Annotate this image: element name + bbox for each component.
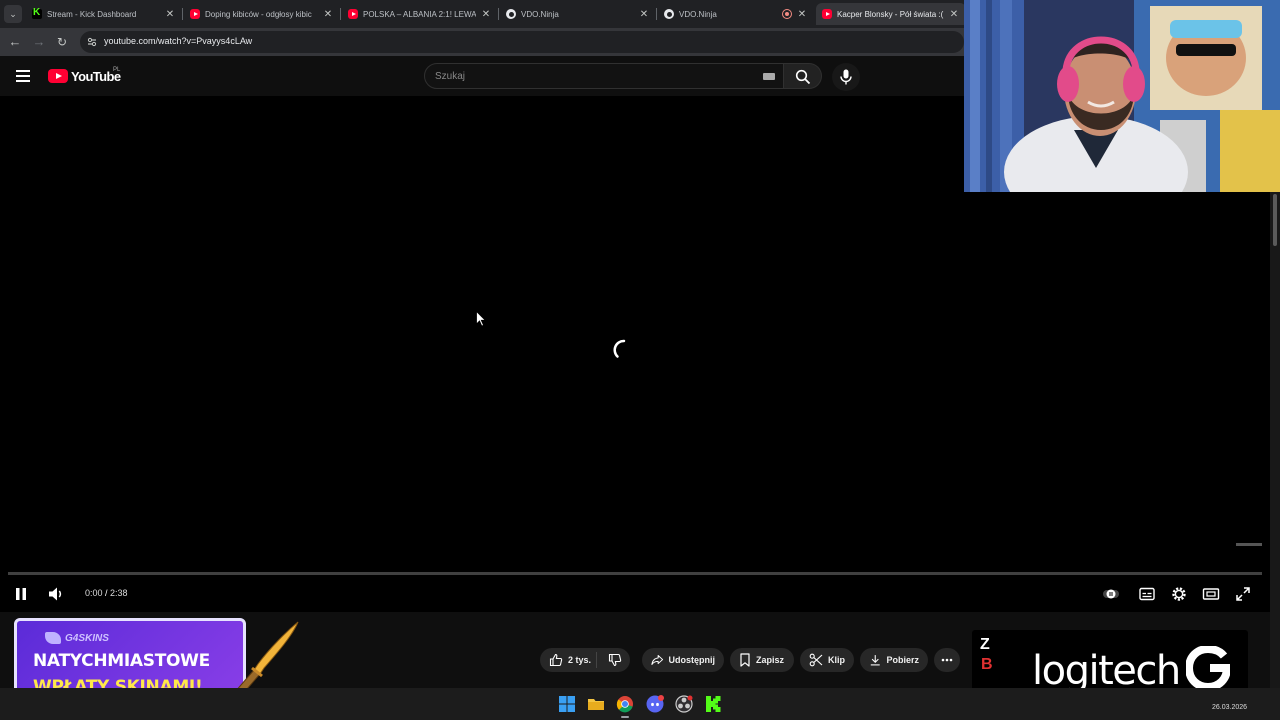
scrollbar-thumb[interactable] <box>1273 194 1277 246</box>
tab-separator <box>656 8 657 20</box>
current-time: 0:00 <box>85 588 103 598</box>
progress-bar[interactable] <box>8 572 1262 575</box>
back-button[interactable]: ← <box>6 33 24 51</box>
taskbar-date: 26.03.2026 <box>1212 704 1248 711</box>
share-button[interactable]: Udostępnij <box>642 648 724 672</box>
country-code: PL <box>113 67 121 73</box>
tab-title: Kacper Blonsky - Pół świata :( <box>837 9 944 19</box>
close-icon[interactable]: ✕ <box>948 9 960 20</box>
tab-title: Stream - Kick Dashboard <box>47 9 137 19</box>
tab-separator <box>498 8 499 20</box>
tab-vdo-ninja-2[interactable]: VDO.Ninja ✕ <box>658 3 814 25</box>
recording-icon <box>782 9 792 19</box>
chrome-icon[interactable] <box>616 695 634 713</box>
volume-button[interactable] <box>47 585 65 603</box>
clip-button[interactable]: Klip <box>800 648 854 672</box>
close-icon[interactable]: ✕ <box>164 9 176 20</box>
youtube-icon <box>190 9 200 19</box>
url-text: youtube.com/watch?v=Pvayys4cLAw <box>104 36 253 46</box>
tab-title: POLSKA – ALBANIA 2:1! LEWAN <box>363 9 476 19</box>
tab-search-dropdown[interactable]: ⌄ <box>4 5 22 23</box>
tab-kick-dashboard[interactable]: Stream - Kick Dashboard ✕ <box>26 3 182 25</box>
promo-line-1: NATYCHMIASTOWE <box>33 651 210 671</box>
theater-mode-button[interactable] <box>1202 585 1220 603</box>
forward-button[interactable]: → <box>30 33 48 51</box>
reload-button[interactable]: ↻ <box>53 33 71 51</box>
address-bar[interactable]: youtube.com/watch?v=Pvayys4cLAw <box>80 31 964 53</box>
pause-button[interactable] <box>12 585 30 603</box>
download-button[interactable]: Pobierz <box>860 648 928 672</box>
active-app-indicator <box>621 716 629 718</box>
tab-doping-kibicow[interactable]: Doping kibiców - odgłosy kibic ✕ <box>184 3 340 25</box>
search-placeholder: Szukaj <box>435 71 466 82</box>
tab-separator <box>340 8 341 20</box>
download-icon <box>870 655 880 666</box>
webcam-feed <box>964 0 1280 192</box>
youtube-icon <box>348 9 358 19</box>
like-count: 2 tys. <box>568 655 592 665</box>
time-display: 0:00 / 2:38 <box>85 588 128 598</box>
share-label: Udostępnij <box>668 655 716 665</box>
tab-title: VDO.Ninja <box>679 9 717 19</box>
search-button[interactable] <box>784 63 822 89</box>
video-watermark <box>1236 543 1262 546</box>
microphone-icon <box>840 69 852 85</box>
autoplay-toggle[interactable] <box>1102 585 1120 603</box>
scissors-icon <box>809 653 823 667</box>
thumbs-up-icon <box>549 653 563 667</box>
more-horizontal-icon <box>941 658 953 662</box>
thumbs-down-icon <box>608 653 622 667</box>
clip-label: Klip <box>828 655 845 665</box>
share-icon <box>651 655 664 665</box>
promo-brand: G4SKINS <box>65 633 109 644</box>
save-label: Zapisz <box>756 655 785 665</box>
tab-polska-albania[interactable]: POLSKA – ALBANIA 2:1! LEWAN ✕ <box>342 3 498 25</box>
site-info-icon[interactable] <box>86 36 98 48</box>
voice-search-button[interactable] <box>832 63 860 91</box>
youtube-header: YouTube PL Szukaj <box>0 56 964 96</box>
mouse-cursor-icon <box>476 311 486 327</box>
tab-kacper-blonsky[interactable]: Kacper Blonsky - Pół świata :( ✕ <box>816 3 966 25</box>
tab-separator <box>182 8 183 20</box>
download-label: Pobierz <box>886 655 919 665</box>
keyboard-icon[interactable] <box>763 73 775 80</box>
tab-title: VDO.Ninja <box>521 9 559 19</box>
search-input[interactable]: Szukaj <box>424 63 784 89</box>
g4skins-logo-icon <box>45 632 61 644</box>
fullscreen-button[interactable] <box>1234 585 1252 603</box>
vdo-ninja-icon <box>506 9 516 19</box>
divider <box>596 652 597 668</box>
windows-taskbar <box>0 688 1280 720</box>
duration: 2:38 <box>110 588 128 598</box>
subtitles-button[interactable] <box>1138 585 1156 603</box>
close-icon[interactable]: ✕ <box>322 9 334 20</box>
vdo-ninja-icon <box>664 9 674 19</box>
dislike-button[interactable] <box>600 648 630 672</box>
page-scrollbar[interactable] <box>1270 192 1280 688</box>
logitech-g-icon <box>1186 646 1230 690</box>
kick-icon <box>32 7 42 19</box>
save-button[interactable]: Zapisz <box>730 648 794 672</box>
close-icon[interactable]: ✕ <box>480 9 492 20</box>
obs-icon[interactable] <box>675 695 693 713</box>
overlay-letter-z: Z <box>980 636 990 653</box>
close-icon[interactable]: ✕ <box>796 9 808 20</box>
search-icon <box>795 69 811 85</box>
close-icon[interactable]: ✕ <box>638 9 650 20</box>
more-actions-button[interactable] <box>934 648 960 672</box>
tab-title: Doping kibiców - odgłosy kibic <box>205 9 312 19</box>
kick-icon[interactable] <box>704 695 722 713</box>
youtube-logo-icon[interactable] <box>48 69 68 83</box>
youtube-icon <box>822 9 832 19</box>
file-explorer-icon[interactable] <box>587 695 605 713</box>
bookmark-icon <box>740 653 750 667</box>
loading-spinner-icon <box>613 339 626 358</box>
overlay-letter-b: B <box>981 656 993 673</box>
tab-vdo-ninja-1[interactable]: VDO.Ninja ✕ <box>500 3 656 25</box>
settings-gear-icon[interactable] <box>1170 585 1188 603</box>
menu-icon[interactable] <box>16 70 30 82</box>
discord-icon[interactable] <box>646 695 664 713</box>
windows-start-icon[interactable] <box>558 695 576 713</box>
